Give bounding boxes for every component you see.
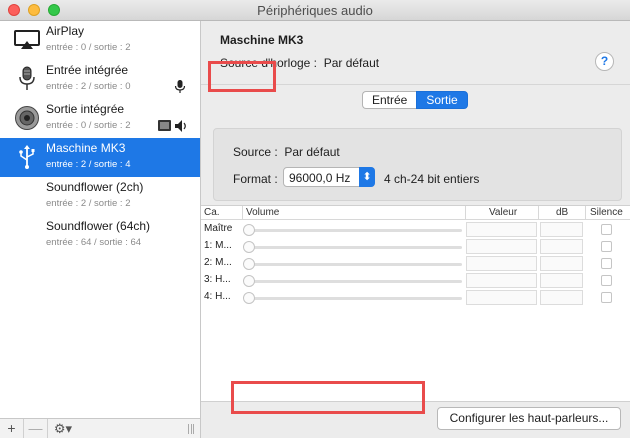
table-row: Maître (201, 221, 630, 238)
help-button[interactable]: ? (595, 52, 614, 71)
format-description: 4 ch-24 bit entiers (384, 172, 480, 186)
add-device-button[interactable]: + (0, 419, 24, 438)
io-segmented-control: Entrée Sortie (362, 91, 468, 109)
volume-slider-knob[interactable] (243, 241, 255, 253)
chevron-updown-icon: ⬍ (359, 167, 375, 187)
db-field[interactable] (540, 273, 583, 288)
table-row: 3: H... (201, 272, 630, 289)
configure-speakers-button[interactable]: Configurer les haut-parleurs... (437, 407, 621, 430)
db-field[interactable] (540, 256, 583, 271)
window-title: Périphériques audio (257, 3, 373, 18)
device-channels: entrée : 0 / sortie : 2 (46, 120, 131, 131)
microphone-badge-icon (174, 80, 186, 93)
gear-menu-button[interactable]: ⚙▾ (48, 419, 78, 438)
channel-name: 2: M... (204, 257, 232, 268)
volume-slider[interactable] (249, 229, 462, 232)
device-name: Soundflower (2ch) (46, 180, 144, 194)
speaker-icon (15, 106, 39, 130)
volume-slider[interactable] (249, 263, 462, 266)
value-field[interactable] (466, 273, 537, 288)
column-divider (585, 206, 586, 220)
db-field[interactable] (540, 239, 583, 254)
sidebar-footer: + — ⚙▾ (0, 418, 200, 438)
tab-output[interactable]: Sortie (416, 91, 468, 109)
channel-name: Maître (204, 223, 233, 234)
db-field[interactable] (540, 222, 583, 237)
col-volume[interactable]: Volume (246, 207, 279, 218)
device-channels: entrée : 0 / sortie : 2 (46, 42, 131, 53)
format-select[interactable]: 96000,0 Hz ⬍ (283, 167, 375, 187)
title-bar: Périphériques audio (0, 0, 630, 21)
channel-table: Ca. Volume Valeur dB Silence Maître 1: M… (201, 205, 630, 402)
format-label: Format : (233, 172, 278, 186)
table-row: 1: M... (201, 238, 630, 255)
channel-name: 1: M... (204, 240, 232, 251)
mute-checkbox[interactable] (601, 275, 612, 286)
device-channels: entrée : 64 / sortie : 64 (46, 237, 142, 248)
source-label: Source : (233, 145, 278, 159)
device-name: Soundflower (64ch) (46, 219, 151, 233)
value-field[interactable] (466, 222, 537, 237)
highlight-configure-button (231, 381, 425, 414)
mute-checkbox[interactable] (601, 292, 612, 303)
column-divider (242, 206, 243, 220)
column-divider (465, 206, 466, 220)
stream-settings-group: Source : Par défaut Format : 96000,0 Hz … (213, 128, 622, 201)
clock-source-value[interactable]: Par défaut (324, 56, 379, 70)
device-name: Sortie intégrée (46, 102, 125, 116)
tab-input[interactable]: Entrée (362, 91, 417, 109)
db-field[interactable] (540, 290, 583, 305)
device-name: Maschine MK3 (46, 141, 126, 155)
speaker-badge-icon (158, 120, 186, 132)
table-header: Ca. Volume Valeur dB Silence (201, 206, 630, 220)
source-value: Par défaut (284, 145, 340, 159)
mute-checkbox[interactable] (601, 224, 612, 235)
volume-slider[interactable] (249, 280, 462, 283)
volume-slider-knob[interactable] (243, 224, 255, 236)
volume-slider[interactable] (249, 246, 462, 249)
mute-checkbox[interactable] (601, 241, 612, 252)
airplay-icon (14, 30, 40, 49)
volume-slider-knob[interactable] (243, 292, 255, 304)
table-row: 4: H... (201, 289, 630, 306)
device-channels: entrée : 2 / sortie : 4 (46, 159, 131, 170)
device-item-builtin-input[interactable]: Entrée intégrée entrée : 2 / sortie : 0 (0, 60, 200, 99)
col-channel[interactable]: Ca. (204, 207, 220, 218)
col-db[interactable]: dB (556, 207, 568, 218)
source-row: Source : Par défaut (233, 145, 340, 159)
remove-device-button[interactable]: — (24, 419, 48, 438)
device-channels: entrée : 2 / sortie : 0 (46, 81, 131, 92)
mute-checkbox[interactable] (601, 258, 612, 269)
microphone-icon (19, 66, 35, 90)
device-name: Entrée intégrée (46, 63, 129, 77)
format-select-value: 96000,0 Hz (289, 171, 351, 185)
column-divider (538, 206, 539, 220)
volume-slider[interactable] (249, 297, 462, 300)
channel-name: 3: H... (204, 274, 231, 285)
device-item-builtin-output[interactable]: Sortie intégrée entrée : 0 / sortie : 2 (0, 99, 200, 138)
device-title: Maschine MK3 (220, 33, 304, 47)
device-item-soundflower-2ch[interactable]: Soundflower (2ch) entrée : 2 / sortie : … (0, 177, 200, 216)
resize-grip-icon[interactable] (188, 424, 194, 434)
device-item-maschine-mk3[interactable]: Maschine MK3 entrée : 2 / sortie : 4 (0, 138, 200, 177)
device-sidebar: AirPlay entrée : 0 / sortie : 2 Entrée i… (0, 21, 201, 438)
value-field[interactable] (466, 290, 537, 305)
col-mute[interactable]: Silence (590, 207, 623, 218)
channel-name: 4: H... (204, 291, 231, 302)
device-channels: entrée : 2 / sortie : 2 (46, 198, 131, 209)
volume-slider-knob[interactable] (243, 258, 255, 270)
highlight-output-tab (208, 61, 276, 92)
usb-icon (19, 145, 35, 169)
device-name: AirPlay (46, 24, 85, 38)
table-row: 2: M... (201, 255, 630, 272)
value-field[interactable] (466, 256, 537, 271)
device-item-soundflower-64ch[interactable]: Soundflower (64ch) entrée : 64 / sortie … (0, 216, 200, 255)
value-field[interactable] (466, 239, 537, 254)
device-item-airplay[interactable]: AirPlay entrée : 0 / sortie : 2 (0, 21, 200, 60)
audio-devices-window: Périphériques audio AirPlay entrée : 0 /… (0, 0, 630, 438)
col-value[interactable]: Valeur (489, 207, 517, 218)
volume-slider-knob[interactable] (243, 275, 255, 287)
